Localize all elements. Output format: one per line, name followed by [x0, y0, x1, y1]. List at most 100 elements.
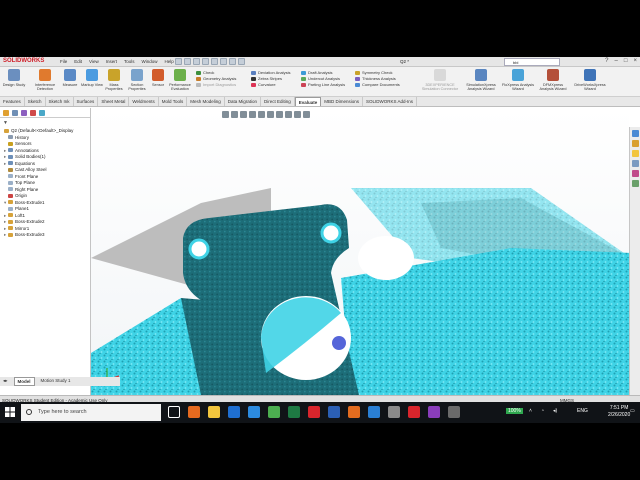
search-input[interactable]: bbl — [504, 58, 560, 66]
menu-help[interactable]: Help — [165, 59, 174, 64]
close-icon[interactable]: × — [633, 58, 637, 64]
curvature-button[interactable]: Curvature — [251, 82, 276, 87]
settings-icon[interactable] — [388, 406, 400, 418]
tab-sketch-ink[interactable]: Sketch Ink — [46, 97, 74, 106]
file-explorer-pane-icon[interactable] — [632, 150, 639, 157]
feature-manager-icon[interactable] — [3, 110, 9, 116]
driveworksxpress-button[interactable]: DriveWorksXpress Wizard — [571, 69, 609, 92]
tab-data-migration[interactable]: Data Migration — [225, 97, 261, 106]
menu-tools[interactable]: Tools — [124, 59, 135, 64]
calculator-icon[interactable] — [448, 406, 460, 418]
sw-2-icon[interactable] — [408, 406, 420, 418]
view-orientation-icon[interactable] — [258, 111, 265, 118]
select-icon[interactable] — [220, 58, 227, 65]
maximize-icon[interactable]: □ — [624, 58, 628, 64]
notification-icon[interactable]: ▭ — [630, 408, 635, 414]
undo-icon[interactable] — [211, 58, 218, 65]
new-icon[interactable] — [175, 58, 182, 65]
open-icon[interactable] — [184, 58, 191, 65]
symmetry-check-button[interactable]: Symmetry Check — [355, 70, 392, 75]
print-icon[interactable] — [202, 58, 209, 65]
solidworks-icon[interactable] — [308, 406, 320, 418]
tab-mesh-modeling[interactable]: Mesh Modeling — [187, 97, 225, 106]
thickness-analysis-button[interactable]: Thickness Analysis — [355, 76, 396, 81]
view-palette-icon[interactable] — [632, 160, 639, 167]
task-view-icon[interactable] — [168, 406, 180, 418]
check-button[interactable]: Check — [196, 70, 214, 75]
property-manager-icon[interactable] — [12, 110, 18, 116]
menu-edit[interactable]: Edit — [74, 59, 82, 64]
design-library-icon[interactable] — [632, 140, 639, 147]
view-settings-icon[interactable] — [303, 111, 310, 118]
tray-chevron-icon[interactable]: ˄ — [529, 408, 532, 414]
firefox-icon[interactable] — [188, 406, 200, 418]
solidworks-logo[interactable]: SOLIDWORKS — [3, 58, 44, 64]
floxpress-button[interactable]: FloXpress Analysis Wizard — [500, 69, 536, 92]
performance-evaluation-button[interactable]: Performance Evaluation — [168, 69, 192, 92]
zoom-area-icon[interactable] — [231, 111, 238, 118]
compare-documents-button[interactable]: Compare Documents — [355, 82, 400, 87]
save-icon[interactable] — [193, 58, 200, 65]
menu-view[interactable]: View — [89, 59, 99, 64]
language-indicator[interactable]: ENG — [577, 408, 588, 414]
tab-surfaces[interactable]: Surfaces — [74, 97, 99, 106]
nav-arrows-icon[interactable]: ◂▸ — [0, 377, 11, 386]
measure-button[interactable]: Measure — [58, 69, 82, 87]
tab-weldments[interactable]: Weldments — [129, 97, 159, 106]
display-manager-icon[interactable] — [39, 110, 45, 116]
clock[interactable]: 7:51 PM 2/26/2020 — [608, 405, 630, 419]
tab-addins[interactable]: SOLIDWORKS Add-Ins — [363, 97, 418, 106]
tab-sheet-metal[interactable]: Sheet Metal — [98, 97, 130, 106]
zoom-fit-icon[interactable] — [222, 111, 229, 118]
tree-item[interactable]: ▸ Boss-Extrude3 — [4, 232, 92, 239]
undercut-analysis-button[interactable]: Undercut Analysis — [301, 76, 340, 81]
section-view-icon[interactable] — [249, 111, 256, 118]
menu-window[interactable]: Window — [142, 59, 158, 64]
previous-view-icon[interactable] — [240, 111, 247, 118]
appearances-icon[interactable] — [632, 170, 639, 177]
volume-icon[interactable]: ◂) — [553, 408, 557, 414]
geometry-analysis-button[interactable]: Geometry Analysis — [196, 76, 236, 81]
configuration-manager-icon[interactable] — [21, 110, 27, 116]
help-icon[interactable]: ? — [605, 58, 608, 64]
draft-analysis-button[interactable]: Draft Analysis — [301, 70, 332, 75]
windows-start-icon[interactable] — [5, 407, 15, 417]
taskbar-search-input[interactable]: Type here to search — [21, 404, 161, 421]
tab-direct-editing[interactable]: Direct Editing — [261, 97, 295, 106]
hide-show-icon[interactable] — [276, 111, 283, 118]
options-icon[interactable] — [238, 58, 245, 65]
tab-sketch[interactable]: Sketch — [25, 97, 46, 106]
tab-features[interactable]: Features — [0, 97, 25, 106]
network-icon[interactable]: ◔ — [541, 408, 544, 414]
parting-line-analysis-button[interactable]: Parting Line Analysis — [301, 82, 345, 87]
chrome-icon[interactable] — [268, 406, 280, 418]
zebra-stripes-button[interactable]: Zebra Stripes — [251, 76, 282, 81]
filter-icon[interactable]: ▼ — [3, 120, 8, 126]
interference-detection-button[interactable]: Interference Detection — [33, 69, 57, 92]
design-study-button[interactable]: Design Study — [2, 69, 26, 87]
edge-icon[interactable] — [248, 406, 260, 418]
tab-evaluate[interactable]: Evaluate — [294, 97, 322, 106]
scene-icon[interactable] — [294, 111, 301, 118]
file-explorer-icon[interactable] — [208, 406, 220, 418]
custom-properties-icon[interactable] — [632, 180, 639, 187]
markup-view-button[interactable]: Markup View — [80, 69, 104, 87]
excel-icon[interactable] — [288, 406, 300, 418]
simulation-connector-button[interactable]: 3DEXPERIENCE Simulation Connector — [418, 69, 462, 92]
rebuild-icon[interactable] — [229, 58, 236, 65]
tab-motion-study[interactable]: Motion Study 1 — [38, 377, 74, 386]
minimize-icon[interactable]: – — [615, 58, 618, 64]
deviation-analysis-button[interactable]: Deviation Analysis — [251, 70, 290, 75]
model-view[interactable] — [91, 108, 629, 395]
simulationxpress-button[interactable]: SimulationXpress Analysis Wizard — [462, 69, 500, 92]
photos-icon[interactable] — [368, 406, 380, 418]
dfmxpress-button[interactable]: DFMXpress Analysis Wizard — [536, 69, 570, 92]
tab-mbd-dimensions[interactable]: MBD Dimensions — [321, 97, 364, 106]
battery-indicator[interactable]: 100% — [506, 408, 523, 414]
resources-icon[interactable] — [632, 130, 639, 137]
matlab-icon[interactable] — [348, 406, 360, 418]
display-style-icon[interactable] — [267, 111, 274, 118]
mail-icon[interactable] — [228, 406, 240, 418]
tab-mold-tools[interactable]: Mold Tools — [159, 97, 188, 106]
tab-model[interactable]: Model — [13, 377, 35, 386]
